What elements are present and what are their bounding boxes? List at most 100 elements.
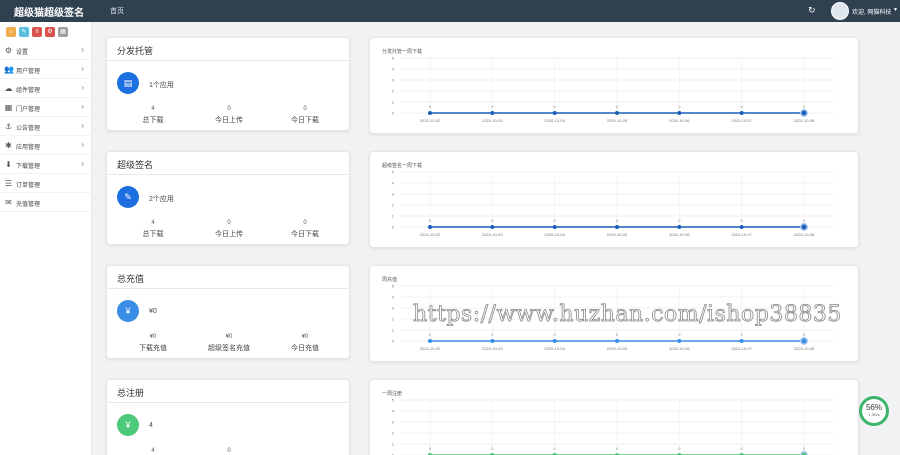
- data-point[interactable]: [552, 225, 557, 229]
- data-label: 0: [554, 446, 557, 451]
- cloud-icon: ☁: [4, 84, 13, 93]
- welcome-user-text[interactable]: 欢迎, 网猫科技: [852, 7, 891, 16]
- divider: [107, 288, 349, 289]
- avatar[interactable]: [831, 2, 849, 20]
- data-label: 0: [803, 446, 806, 451]
- sidebar-item[interactable]: ✉ 充值管理: [0, 193, 92, 212]
- x-tick-label: 2020-10-07: [731, 118, 752, 123]
- y-tick-label: 2: [392, 203, 395, 208]
- sidebar-item[interactable]: ⚓ 公告管理 ›: [0, 117, 92, 136]
- sidebar-item[interactable]: ⚙ 设置 ›: [0, 41, 92, 60]
- settings-icon[interactable]: ⚙: [45, 27, 55, 37]
- list-icon[interactable]: ≡: [32, 27, 42, 37]
- stat-column-value: 4: [151, 448, 155, 454]
- data-point[interactable]: [800, 109, 808, 117]
- y-tick-label: 4: [392, 181, 395, 186]
- data-point[interactable]: [490, 225, 495, 229]
- data-label: 0: [429, 332, 432, 337]
- data-label: 0: [554, 332, 557, 337]
- data-point[interactable]: [428, 225, 432, 229]
- sidebar-item[interactable]: ☁ 组件管理 ›: [0, 79, 92, 98]
- stat-main-value: ¥0: [149, 308, 157, 315]
- y-tick-label: 4: [392, 409, 395, 414]
- data-point[interactable]: [490, 339, 495, 343]
- stat-column: 0 今日上传: [189, 106, 269, 125]
- sidebar: ⌂ ✎ ≡ ⚙ ▦ ⚙ 设置 › 👥 用户管理 › ☁ 组件管理 › ▦ 门户管理 › ⚓ 公告管理 › ✱ 应用管理 ›…: [0, 22, 92, 455]
- envelope-icon: ✉: [5, 198, 12, 207]
- data-label: 0: [491, 218, 494, 223]
- brand-title[interactable]: 超级猫超级签名: [14, 4, 84, 19]
- x-tick-label: 2020-10-03: [482, 346, 503, 351]
- stat-card: 分发托管 ▤ 1个应用 4 总下载 0 今日上传 0 今日下载: [106, 37, 350, 131]
- x-tick-label: 2020-10-04: [544, 118, 565, 123]
- gauge-sub: 1.9K/s: [868, 412, 880, 417]
- stat-card: 超级签名 ✎ 2个应用 4 总下载 0 今日上传 0 今日下载: [106, 151, 350, 245]
- chevron-right-icon: ›: [81, 83, 84, 92]
- x-tick-label: 2020-10-03: [482, 232, 503, 237]
- data-point[interactable]: [739, 225, 744, 229]
- edit-icon[interactable]: ✎: [19, 27, 29, 37]
- chevron-right-icon: ›: [81, 102, 84, 111]
- divider: [107, 402, 349, 403]
- data-point[interactable]: [552, 111, 557, 115]
- line-chart: 0 1 2 3 4 5 0 2020-10-02 0 2020-10-03 0 2020-10-04 0…: [392, 170, 834, 237]
- data-point[interactable]: [552, 339, 557, 343]
- data-point[interactable]: [739, 111, 744, 115]
- stat-column-value: 4: [151, 220, 155, 226]
- y-tick-label: 3: [392, 78, 395, 83]
- line-chart-card: 一周注册 0 1 2 3 4 5 0 0 0 0 0 0 0: [369, 379, 859, 455]
- stat-column: ¥0 今日充值: [265, 334, 345, 353]
- sidebar-item[interactable]: ✱ 应用管理 ›: [0, 136, 92, 155]
- stat-icon: ▤: [117, 72, 139, 94]
- data-label: 0: [491, 446, 494, 451]
- stat-card: 总注册 ¥4 4 0: [106, 379, 350, 455]
- sidebar-item-label: 设置: [16, 50, 29, 56]
- data-point[interactable]: [677, 225, 682, 229]
- x-tick-label: 2020-10-05: [607, 346, 628, 351]
- data-point[interactable]: [677, 111, 682, 115]
- data-point[interactable]: [428, 339, 432, 343]
- divider: [107, 174, 349, 175]
- divider: [107, 60, 349, 61]
- y-tick-label: 3: [392, 192, 395, 197]
- network-speed-gauge: 56% 1.9K/s: [859, 396, 889, 426]
- data-point[interactable]: [615, 225, 619, 229]
- stat-column-value: ¥0: [149, 334, 157, 340]
- data-label: 0: [616, 446, 619, 451]
- home-link[interactable]: 首页: [110, 6, 124, 16]
- stat-column: 4 总下载: [113, 220, 193, 239]
- data-point[interactable]: [739, 339, 744, 343]
- sidebar-item-label: 下载管理: [16, 164, 41, 170]
- x-tick-label: 2020-10-05: [607, 232, 628, 237]
- sidebar-item[interactable]: ▦ 门户管理 ›: [0, 98, 92, 117]
- grid-icon[interactable]: ▦: [58, 27, 68, 37]
- stat-column-value: 0: [303, 106, 307, 112]
- y-tick-label: 2: [392, 317, 395, 322]
- data-label: 0: [678, 446, 681, 451]
- data-label: 0: [741, 218, 744, 223]
- refresh-icon[interactable]: ↻: [808, 5, 816, 16]
- x-tick-label: 2020-10-03: [482, 118, 503, 123]
- chevron-down-icon[interactable]: ▼: [893, 7, 898, 13]
- stat-column-value: ¥0: [301, 334, 309, 340]
- data-label: 0: [554, 104, 557, 109]
- top-navbar: 超级猫超级签名 首页 ↻ 欢迎, 网猫科技 ▼: [0, 0, 900, 22]
- data-point[interactable]: [615, 111, 619, 115]
- data-point[interactable]: [615, 339, 619, 343]
- data-point[interactable]: [490, 111, 495, 115]
- data-point[interactable]: [428, 111, 432, 115]
- sidebar-item[interactable]: ☰ 订单管理: [0, 174, 92, 193]
- data-point[interactable]: [800, 223, 808, 231]
- sidebar-item[interactable]: ⬇ 下载管理 ›: [0, 155, 92, 174]
- data-point[interactable]: [800, 337, 808, 345]
- data-label: 0: [741, 104, 744, 109]
- sidebar-item[interactable]: 👥 用户管理 ›: [0, 60, 92, 79]
- stat-column: 4: [113, 448, 193, 455]
- y-tick-label: 5: [392, 56, 395, 61]
- grid-icon: ▦: [4, 103, 13, 112]
- home-icon[interactable]: ⌂: [6, 27, 16, 37]
- data-point[interactable]: [677, 339, 682, 343]
- stat-column: 0 今日下载: [265, 106, 345, 125]
- quick-actions: ⌂ ✎ ≡ ⚙ ▦: [6, 27, 68, 37]
- stat-column: 4 总下载: [113, 106, 193, 125]
